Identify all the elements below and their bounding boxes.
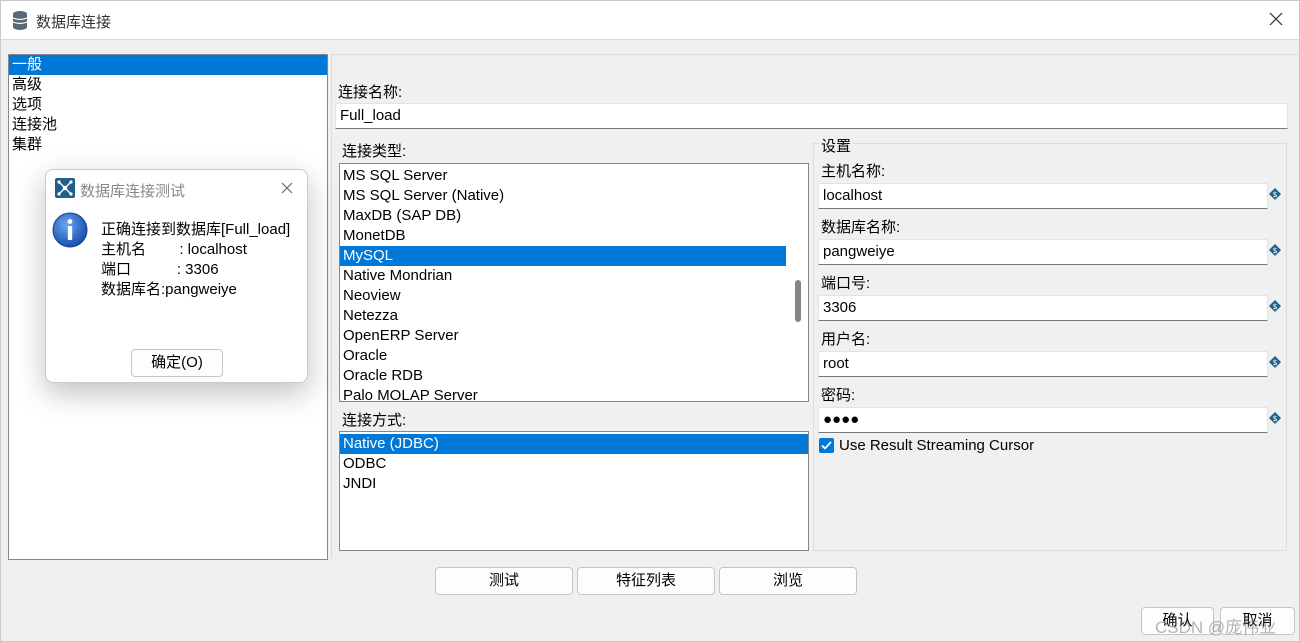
list-item[interactable]: Oracle [340, 346, 808, 366]
window-title: 数据库连接 [36, 14, 112, 31]
list-item[interactable]: MS SQL Server [340, 166, 808, 186]
list-item[interactable]: Palo MOLAP Server [340, 386, 808, 401]
close-icon[interactable] [1267, 10, 1285, 28]
settings-group-title: 设置 [819, 135, 854, 156]
list-item[interactable]: JNDI [340, 474, 808, 494]
variable-icon[interactable]: $ [1269, 300, 1281, 312]
feature-list-button[interactable]: 特征列表 [577, 567, 715, 595]
nav-item-advanced[interactable]: 高级 [9, 75, 327, 95]
port-input[interactable]: 3306 [818, 295, 1268, 321]
database-icon [12, 11, 28, 30]
nav-item-options[interactable]: 选项 [9, 95, 327, 115]
dialog-message-line: 主机名 : localhost [101, 241, 247, 258]
access-method-label: 连接方式: [342, 412, 407, 429]
list-item[interactable]: Neoview [340, 286, 808, 306]
variable-icon[interactable]: $ [1269, 412, 1281, 424]
nav-item-pooling[interactable]: 连接池 [9, 115, 327, 135]
nav-item-general[interactable]: 一般 [9, 55, 327, 75]
username-input[interactable]: root [818, 351, 1268, 377]
list-item[interactable]: MonetDB [340, 226, 808, 246]
streaming-cursor-label[interactable]: Use Result Streaming Cursor [839, 437, 1034, 454]
dialog-message-line: 端口 : 3306 [101, 261, 219, 278]
variable-icon[interactable]: $ [1269, 356, 1281, 368]
dialog-message-line: 数据库名:pangweiye [101, 281, 237, 298]
host-label: 主机名称: [821, 163, 886, 180]
svg-text:$: $ [1272, 358, 1277, 367]
username-label: 用户名: [821, 331, 871, 348]
dialog-title: 数据库连接测试 [80, 183, 186, 200]
connection-name-label: 连接名称: [338, 84, 403, 101]
variable-icon[interactable]: $ [1269, 188, 1281, 200]
list-item[interactable]: Oracle RDB [340, 366, 808, 386]
list-item-selected[interactable]: Native (JDBC) [340, 434, 808, 454]
connection-type-label: 连接类型: [342, 143, 407, 160]
browse-button[interactable]: 浏览 [719, 567, 857, 595]
connection-name-input[interactable]: Full_load [335, 103, 1288, 129]
list-item-selected[interactable]: MySQL [340, 246, 786, 266]
svg-text:$: $ [1272, 246, 1277, 255]
database-name-label: 数据库名称: [821, 219, 901, 236]
streaming-cursor-checkbox[interactable] [819, 438, 834, 453]
scrollbar-thumb[interactable] [795, 280, 801, 322]
list-item[interactable]: OpenERP Server [340, 326, 808, 346]
dialog-ok-button[interactable]: 确定(O) [131, 349, 223, 377]
connection-type-list[interactable]: MS SQL Server MS SQL Server (Native) Max… [339, 163, 809, 402]
svg-text:$: $ [1272, 414, 1277, 423]
list-item[interactable]: MaxDB (SAP DB) [340, 206, 808, 226]
test-button[interactable]: 测试 [435, 567, 573, 595]
svg-text:$: $ [1272, 190, 1277, 199]
vertical-scrollbar[interactable] [788, 164, 808, 401]
host-input[interactable]: localhost [818, 183, 1268, 209]
nav-item-cluster[interactable]: 集群 [9, 135, 327, 155]
list-item[interactable]: Netezza [340, 306, 808, 326]
password-label: 密码: [821, 387, 856, 404]
dialog-close-icon[interactable] [279, 180, 295, 196]
variable-icon[interactable]: $ [1269, 244, 1281, 256]
database-name-input[interactable]: pangweiye [818, 239, 1268, 265]
database-connection-window: 数据库连接 一般 高级 选项 连接池 集群 连接名称: Full_load 连接… [0, 0, 1300, 642]
title-bar: 数据库连接 [1, 1, 1299, 39]
watermark: CSDN @庞伟业 [1155, 618, 1277, 637]
dialog-message-line: 正确连接到数据库[Full_load] [101, 221, 291, 238]
access-method-list[interactable]: Native (JDBC) ODBC JNDI [339, 431, 809, 551]
list-item[interactable]: Native Mondrian [340, 266, 808, 286]
password-input[interactable]: ●●●● [818, 407, 1268, 433]
title-separator [1, 39, 1299, 40]
network-icon [55, 178, 75, 198]
list-item[interactable]: MS SQL Server (Native) [340, 186, 808, 206]
info-icon [52, 212, 88, 248]
svg-text:$: $ [1272, 302, 1277, 311]
port-label: 端口号: [821, 275, 871, 292]
list-item[interactable]: ODBC [340, 454, 808, 474]
